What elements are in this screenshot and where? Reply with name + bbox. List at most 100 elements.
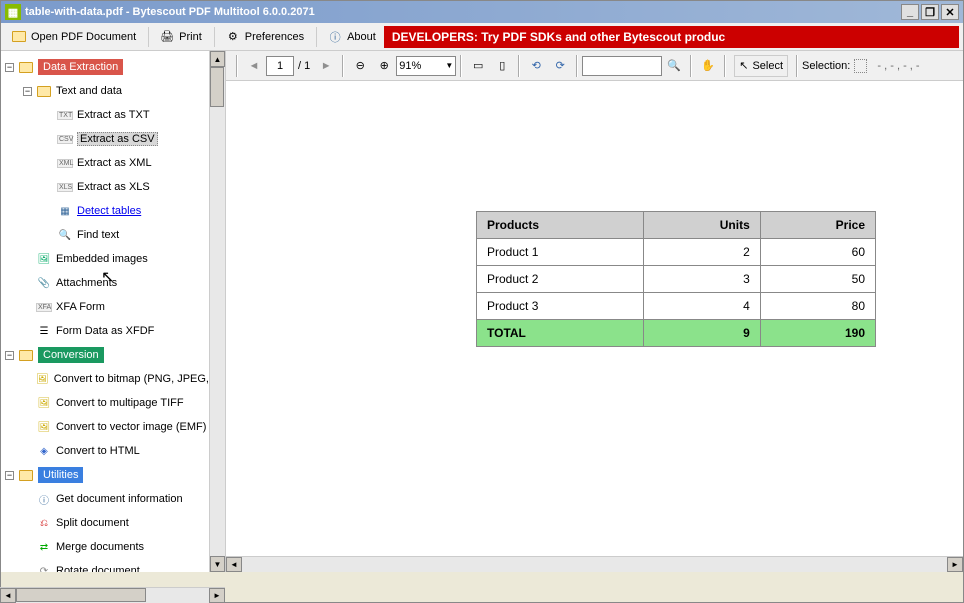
fit-width-button[interactable]: ▯ [491,55,513,77]
tree-extract-csv[interactable]: CSV Extract as CSV [1,127,209,151]
tree-split-document[interactable]: ⎌ Split document [1,511,209,535]
zoom-out-icon: ⊖ [356,59,365,72]
tree-get-info[interactable]: ⓘ Get document information [1,487,209,511]
table-row: Product 3 4 80 [477,293,876,320]
tree-utilities[interactable]: − Utilities [1,463,209,487]
folder-icon [18,347,34,363]
zoom-combo[interactable]: 91% ▼ [396,56,456,76]
gear-icon: ⚙ [225,29,241,45]
cell-units: 3 [644,266,761,293]
cell-total-label: TOTAL [477,320,644,347]
rotate-left-icon: ⟲ [532,59,541,72]
about-button[interactable]: ⓘ About [321,27,382,47]
rotate-right-icon: ⟳ [556,59,565,72]
select-tool-button[interactable]: ↖ Select [734,55,788,77]
arrow-left-icon: ◄ [249,60,260,72]
tree-convert-html[interactable]: ◈ Convert to HTML [1,439,209,463]
tree-label: Text and data [56,85,122,97]
scroll-thumb[interactable] [210,67,224,107]
pdf-viewport[interactable]: Products Units Price Product 1 2 60 Prod… [226,81,963,556]
close-button[interactable]: ✕ [941,4,959,20]
tree-data-extraction[interactable]: − Data Extraction [1,55,209,79]
tree-label: Convert to vector image (EMF) [56,421,206,433]
csv-icon: CSV [57,135,73,144]
scroll-down-arrow-icon[interactable]: ▼ [210,556,225,572]
main-view: ◄ / 1 ► ⊖ ⊕ 91% ▼ ▭ ▯ ⟲ ⟳ 🔍 ✋ ↖ [226,51,963,572]
tree-extract-txt[interactable]: TXT Extract as TXT [1,103,209,127]
paperclip-icon: 📎 [36,275,52,291]
scroll-left-arrow-icon[interactable]: ◄ [226,557,242,572]
next-page-button[interactable]: ► [315,55,337,77]
html-icon: ◈ [36,443,52,459]
xml-icon: XML [57,159,73,168]
page-number-input[interactable] [266,56,294,76]
print-button[interactable]: 🖨 Print [153,27,208,47]
tree-xfa-form[interactable]: XFA XFA Form [1,295,209,319]
xls-icon: XLS [57,183,73,192]
scroll-track[interactable] [242,557,947,572]
form-icon: ☰ [36,323,52,339]
collapse-icon[interactable]: − [5,63,14,72]
scroll-thumb[interactable] [16,588,146,602]
tree-label: Extract as XML [77,157,152,169]
tree-merge-documents[interactable]: ⇄ Merge documents [1,535,209,559]
zoom-in-button[interactable]: ⊕ [373,55,395,77]
open-pdf-button[interactable]: Open PDF Document [5,27,142,47]
image-icon: 🖼 [36,419,52,435]
tree-label: Find text [77,229,119,241]
collapse-icon[interactable]: − [23,87,32,96]
tree-rotate-document[interactable]: ⟳ Rotate document [1,559,209,572]
collapse-icon[interactable]: − [5,351,14,360]
fit-page-button[interactable]: ▭ [467,55,489,77]
scroll-right-arrow-icon[interactable]: ► [209,588,225,603]
tree-label: Attachments [56,277,117,289]
hand-tool-button[interactable]: ✋ [697,55,719,77]
cell-product: Product 3 [477,293,644,320]
scroll-right-arrow-icon[interactable]: ► [947,557,963,572]
about-label: About [347,31,376,43]
sidebar-horizontal-scrollbar[interactable]: ◄ ► [0,587,225,603]
preferences-button[interactable]: ⚙ Preferences [219,27,310,47]
tree-convert-tiff[interactable]: 🖼 Convert to multipage TIFF [1,391,209,415]
collapse-icon[interactable]: − [5,471,14,480]
scroll-up-arrow-icon[interactable]: ▲ [210,51,225,67]
find-button[interactable]: 🔍 [663,55,685,77]
cell-product: Product 2 [477,266,644,293]
tree-attachments[interactable]: 📎 Attachments [1,271,209,295]
sidebar-vertical-scrollbar[interactable]: ▲ ▼ [209,51,225,572]
separator [148,27,149,47]
tree-conversion[interactable]: − Conversion [1,343,209,367]
separator [214,27,215,47]
app-icon: ▦ [5,4,21,20]
main-horizontal-scrollbar[interactable]: ◄ ► [226,556,963,572]
tree-embedded-images[interactable]: 🖼 Embedded images [1,247,209,271]
tree-find-text[interactable]: 🔍 Find text [1,223,209,247]
tree-convert-vector[interactable]: 🖼 Convert to vector image (EMF) [1,415,209,439]
tree-text-and-data[interactable]: − Text and data [1,79,209,103]
tree-label: Extract as XLS [77,181,150,193]
search-input[interactable] [582,56,662,76]
image-icon: 🖼 [36,395,52,411]
rotate-left-button[interactable]: ⟲ [525,55,547,77]
prev-page-button[interactable]: ◄ [243,55,265,77]
scroll-track[interactable] [16,588,209,603]
zoom-out-button[interactable]: ⊖ [349,55,371,77]
promo-banner[interactable]: DEVELOPERS: Try PDF SDKs and other Bytes… [384,26,959,48]
tree-view: − Data Extraction − Text and data TXT Ex… [1,51,209,572]
table-row: Product 2 3 50 [477,266,876,293]
tree-label: XFA Form [56,301,105,313]
minimize-button[interactable]: _ [901,4,919,20]
scroll-left-arrow-icon[interactable]: ◄ [0,588,16,603]
cell-total-units: 9 [644,320,761,347]
tree-extract-xls[interactable]: XLS Extract as XLS [1,175,209,199]
folder-icon [36,83,52,99]
restore-button[interactable]: ❐ [921,4,939,20]
tree-detect-tables[interactable]: ▦ Detect tables [1,199,209,223]
table-total-row: TOTAL 9 190 [477,320,876,347]
title-bar: ▦ table-with-data.pdf - Bytescout PDF Mu… [1,1,963,23]
tree-convert-bitmap[interactable]: 🖼 Convert to bitmap (PNG, JPEG, [1,367,209,391]
tree-form-data-xfdf[interactable]: ☰ Form Data as XFDF [1,319,209,343]
tree-label: Embedded images [56,253,148,265]
rotate-right-button[interactable]: ⟳ [549,55,571,77]
tree-extract-xml[interactable]: XML Extract as XML [1,151,209,175]
